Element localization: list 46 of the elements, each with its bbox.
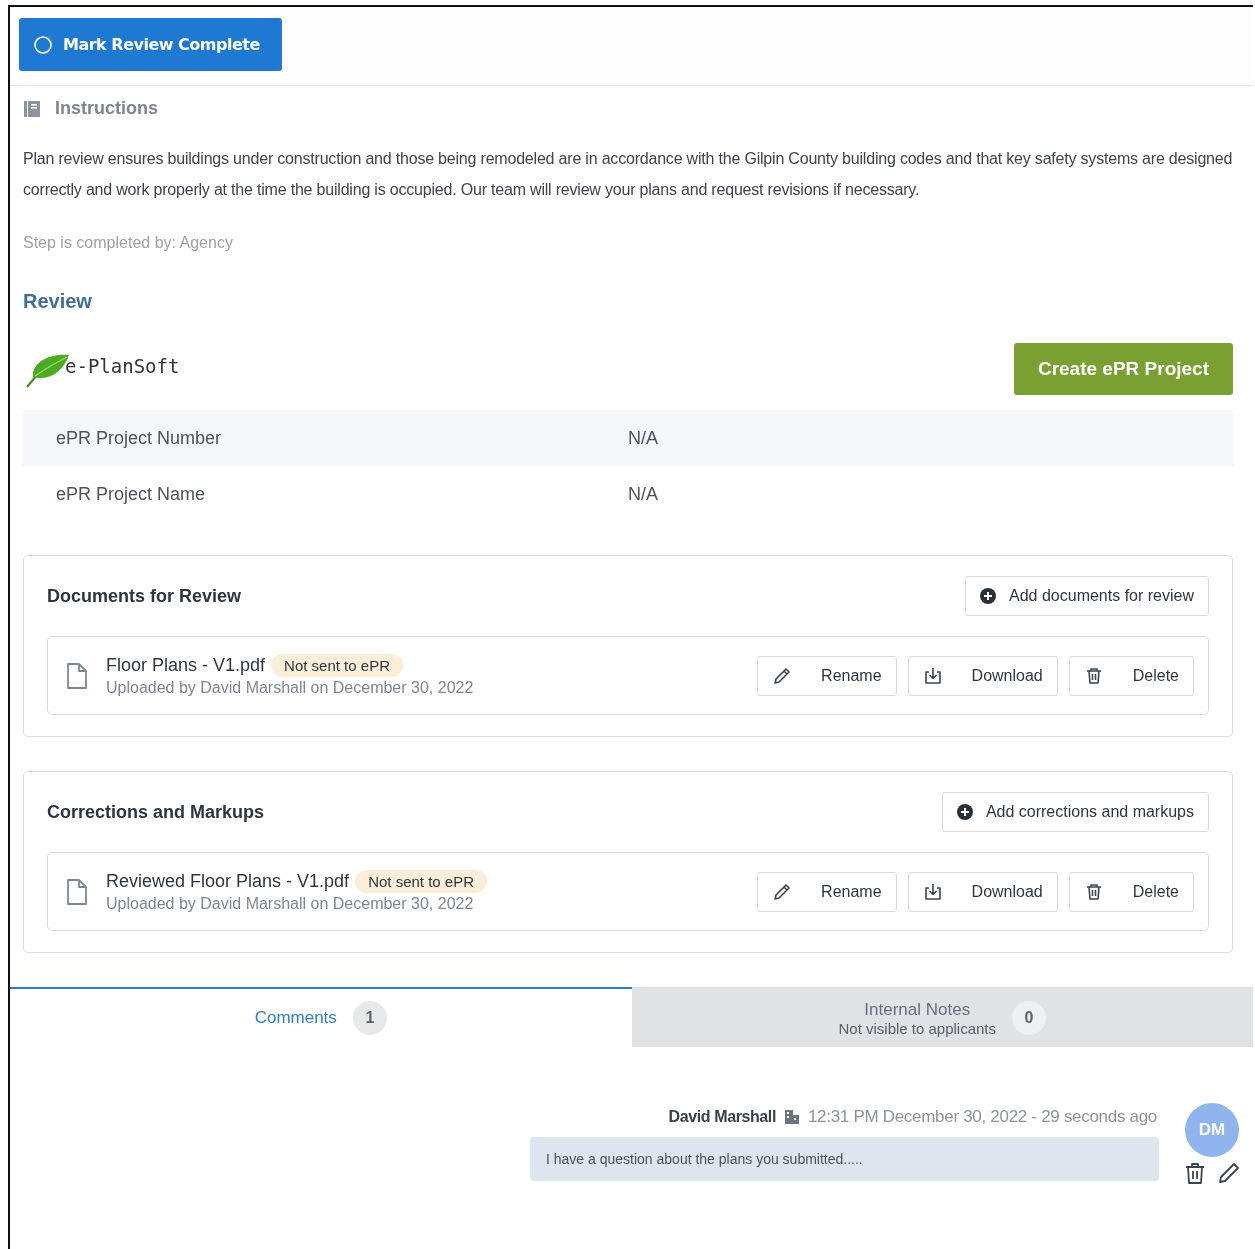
section-title: Corrections and Markups — [47, 801, 265, 823]
section-title: Documents for Review — [47, 585, 242, 607]
document-icon — [66, 662, 88, 689]
field-value: N/A — [628, 483, 658, 505]
upload-info: Uploaded by David Marshall on December 30, 2022 — [106, 895, 475, 913]
avatar: DM — [1185, 1103, 1239, 1157]
download-button[interactable]: Download — [907, 655, 1058, 696]
rename-button[interactable]: Rename — [757, 655, 897, 696]
field-label: ePR Project Number — [56, 427, 223, 449]
instructions-heading: Instructions — [55, 98, 158, 119]
comment-author: David Marshall — [668, 1108, 776, 1126]
add-button[interactable]: Add documents for review — [965, 576, 1209, 616]
eplansoft-logo: e-PlanSoft — [23, 349, 180, 389]
download-button[interactable]: Download — [907, 871, 1058, 912]
file-name: Floor Plans - V1.pdf — [106, 655, 266, 676]
count-badge: 0 — [1012, 1001, 1047, 1035]
pencil-icon — [772, 665, 793, 686]
mark-complete-button[interactable]: Mark Review Complete — [19, 18, 282, 71]
building-icon — [783, 1109, 800, 1125]
trash-icon — [1183, 1161, 1207, 1185]
count-badge: 1 — [352, 1001, 387, 1035]
file-name: Reviewed Floor Plans - V1.pdf — [106, 871, 350, 892]
delete-button[interactable]: Delete — [1068, 871, 1194, 912]
pencil-icon — [772, 881, 793, 902]
download-icon — [922, 881, 943, 902]
review-heading: Review — [23, 290, 93, 313]
delete-button[interactable]: Delete — [1068, 655, 1194, 696]
upload-info: Uploaded by David Marshall on December 30, 2022 — [106, 679, 475, 697]
status-badge: Not sent to ePR — [355, 870, 487, 893]
pencil-icon — [1217, 1161, 1241, 1185]
field-value: N/A — [628, 427, 658, 449]
add-button[interactable]: Add corrections and markups — [941, 792, 1209, 832]
document-icon — [66, 878, 88, 905]
circle-icon — [33, 34, 53, 55]
instructions-text: Plan review ensures buildings under construction and those being remodeled are in accordance with the Gilpin County building codes and that key safety systems are designed correctly and work properly at the time the building is occupied. Our team will review your plans and request revisions if necessary. — [23, 149, 1233, 200]
plus-circle-icon — [980, 588, 996, 604]
field-label: ePR Project Name — [56, 483, 207, 505]
comment-time: 12:31 PM December 30, 2022 - 29 seconds ago — [807, 1107, 1157, 1127]
status-badge: Not sent to ePR — [271, 654, 403, 677]
tab[interactable]: Internal Notes Not visible to applicants 0 — [631, 987, 1253, 1047]
plus-circle-icon — [956, 804, 973, 820]
completed-by-text: Step is completed by: Agency — [23, 234, 234, 252]
comment-text: I have a question about the plans you submitted..... — [530, 1137, 1159, 1181]
download-icon — [922, 665, 943, 686]
rename-button[interactable]: Rename — [757, 871, 897, 912]
book-icon — [23, 99, 41, 118]
